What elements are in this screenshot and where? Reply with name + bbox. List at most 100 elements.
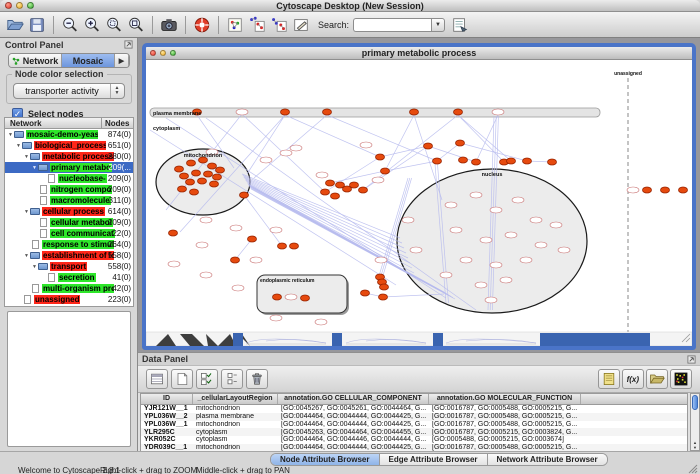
attribute-select-icon[interactable] [146, 369, 168, 389]
table-cell[interactable]: [GO:0044464, GO:0044446, GO:0044444, G..… [278, 436, 429, 444]
table-cell[interactable]: mitochondrion [193, 421, 278, 429]
tree-row-nitrogen-compo[interactable]: nitrogen compo209(0) [5, 184, 133, 195]
gene-node-label[interactable] [270, 227, 282, 233]
gene-node-label[interactable] [450, 227, 462, 233]
table-cell[interactable]: [GO:0045263, GO:0044464, GO:0044455, G..… [278, 429, 429, 437]
tree-row-response-to-stimulu[interactable]: response to stimulu264(0) [5, 239, 133, 250]
gene-node[interactable] [186, 179, 195, 185]
table-cell[interactable]: [GO:0016787, GO:0005488, GO:0005215, G..… [429, 413, 581, 421]
gene-node-label[interactable] [168, 261, 180, 267]
gene-node[interactable] [321, 189, 330, 195]
gene-node-label[interactable] [270, 315, 282, 321]
table-cell[interactable]: YKR052C [141, 436, 193, 444]
attribute-batch-icon[interactable] [221, 369, 243, 389]
gene-node-label[interactable] [550, 222, 562, 228]
gene-node-label[interactable] [445, 202, 457, 208]
gene-node[interactable] [379, 294, 388, 300]
tree-header[interactable]: Network Nodes [5, 118, 133, 129]
tree-row-unassigned[interactable]: unassigned223(0) [5, 294, 133, 305]
tree-row-cell-communicat[interactable]: cell communicat22(0) [5, 228, 133, 239]
app-titlebar[interactable]: Cytoscape Desktop (New Session) [0, 0, 700, 12]
tree-row-biological-process[interactable]: ▼biological_process651(0) [5, 140, 133, 151]
gene-node[interactable] [210, 181, 219, 187]
node-color-dropdown[interactable]: transporter activity ▲▼ [13, 83, 125, 99]
gene-node-label[interactable] [500, 277, 512, 283]
gene-node-label[interactable] [505, 232, 517, 238]
gene-node-label[interactable] [372, 177, 384, 183]
gene-node[interactable] [208, 163, 217, 169]
table-cell[interactable]: YJR121W__1 [141, 405, 193, 413]
table-col-header[interactable]: ID [141, 394, 193, 404]
gene-node-label[interactable] [260, 157, 272, 163]
table-row[interactable]: YKR052Ccytoplasm[GO:0044464, GO:0044446,… [141, 436, 687, 444]
table-col-header[interactable]: annotation.GO MOLECULAR_FUNCTION [429, 394, 581, 404]
tree-row-macromolecule[interactable]: macromolecule311(0) [5, 195, 133, 206]
table-row[interactable]: YPL036W__2plasma membrane[GO:0044464, GO… [141, 413, 687, 421]
new-network-selected-nodes-all-edges-icon[interactable] [246, 14, 268, 36]
search-options-icon[interactable] [449, 14, 471, 36]
gene-node[interactable] [248, 236, 257, 242]
table-cell[interactable]: [GO:0016787, GO:0005215, GO:0003824, G..… [429, 429, 581, 437]
table-scrollbar[interactable]: ▲▼ [690, 393, 700, 451]
open-icon[interactable] [4, 14, 26, 36]
gene-node-label[interactable] [236, 109, 248, 115]
gene-node-label[interactable] [375, 257, 387, 263]
gene-node[interactable] [326, 180, 335, 186]
gene-node[interactable] [433, 158, 442, 164]
lifesaver-icon[interactable] [191, 14, 213, 36]
gene-node-label[interactable] [440, 272, 452, 278]
gene-node-label[interactable] [475, 282, 487, 288]
save-icon[interactable] [26, 14, 48, 36]
gene-node[interactable] [454, 109, 463, 115]
gene-node-label[interactable] [480, 237, 492, 243]
network-window-titlebar[interactable]: primary metabolic process [146, 47, 692, 60]
gene-node[interactable] [198, 178, 207, 184]
tree-col-network[interactable]: Network [10, 119, 42, 128]
gene-node[interactable] [376, 154, 385, 160]
gene-node-label[interactable] [200, 272, 212, 278]
expand-arrow-icon[interactable]: ▼ [15, 143, 22, 149]
tab-overflow-arrow[interactable]: ▶ [115, 54, 129, 67]
gene-node[interactable] [216, 167, 225, 173]
search-input[interactable] [353, 18, 431, 32]
import-attributes-icon[interactable] [646, 369, 668, 389]
gene-node[interactable] [301, 295, 310, 301]
zoom-fit-icon[interactable] [125, 14, 147, 36]
zoom-in-icon[interactable] [81, 14, 103, 36]
gene-node-label[interactable] [196, 242, 208, 248]
new-network-selected-nodes-selected-edges-icon[interactable] [268, 14, 290, 36]
tab-edge-attribute-browser[interactable]: Edge Attribute Browser [380, 454, 488, 465]
search-dropdown-arrow[interactable]: ▼ [431, 18, 445, 32]
table-cell[interactable]: plasma membrane [193, 413, 278, 421]
delete-attribute-icon[interactable] [196, 369, 218, 389]
gene-node-label[interactable] [530, 217, 542, 223]
gene-node[interactable] [523, 158, 532, 164]
table-col-header[interactable]: _cellularLayoutRegion [193, 394, 278, 404]
gene-node[interactable] [456, 140, 465, 146]
gene-node[interactable] [507, 158, 516, 164]
table-cell[interactable]: [GO:0045267, GO:0045261, GO:0044464, G..… [278, 405, 429, 413]
gene-node[interactable] [323, 109, 332, 115]
gene-node[interactable] [359, 187, 368, 193]
tab-network[interactable]: Network [9, 54, 62, 67]
table-row[interactable]: YPL036W__1mitochondrion[GO:0044464, GO:0… [141, 421, 687, 429]
gene-node[interactable] [190, 189, 199, 195]
gene-node-label[interactable] [492, 109, 504, 115]
gene-node[interactable] [192, 170, 201, 176]
expand-arrow-icon[interactable]: ▼ [7, 132, 14, 138]
tree-row-overview[interactable]: Overview8(0) [5, 305, 133, 307]
gene-node-label[interactable] [250, 257, 262, 263]
gene-node-label[interactable] [470, 192, 482, 198]
expand-arrow-icon[interactable]: ▼ [31, 165, 38, 171]
gene-node[interactable] [273, 294, 282, 300]
notes-icon[interactable] [598, 369, 620, 389]
table-cell[interactable]: YPL036W__1 [141, 421, 193, 429]
gene-node-label[interactable] [316, 172, 328, 178]
tree-row-transport[interactable]: ▼transport558(0) [5, 261, 133, 272]
gene-node-label[interactable] [558, 247, 570, 253]
tree-row-cellular-metabol[interactable]: cellular metabol209(0) [5, 217, 133, 228]
gene-node-label[interactable] [490, 207, 502, 213]
tree-row-multi-organism-pro[interactable]: multi-organism pro42(0) [5, 283, 133, 294]
gene-node[interactable] [231, 257, 240, 263]
gene-node-label[interactable] [280, 150, 292, 156]
